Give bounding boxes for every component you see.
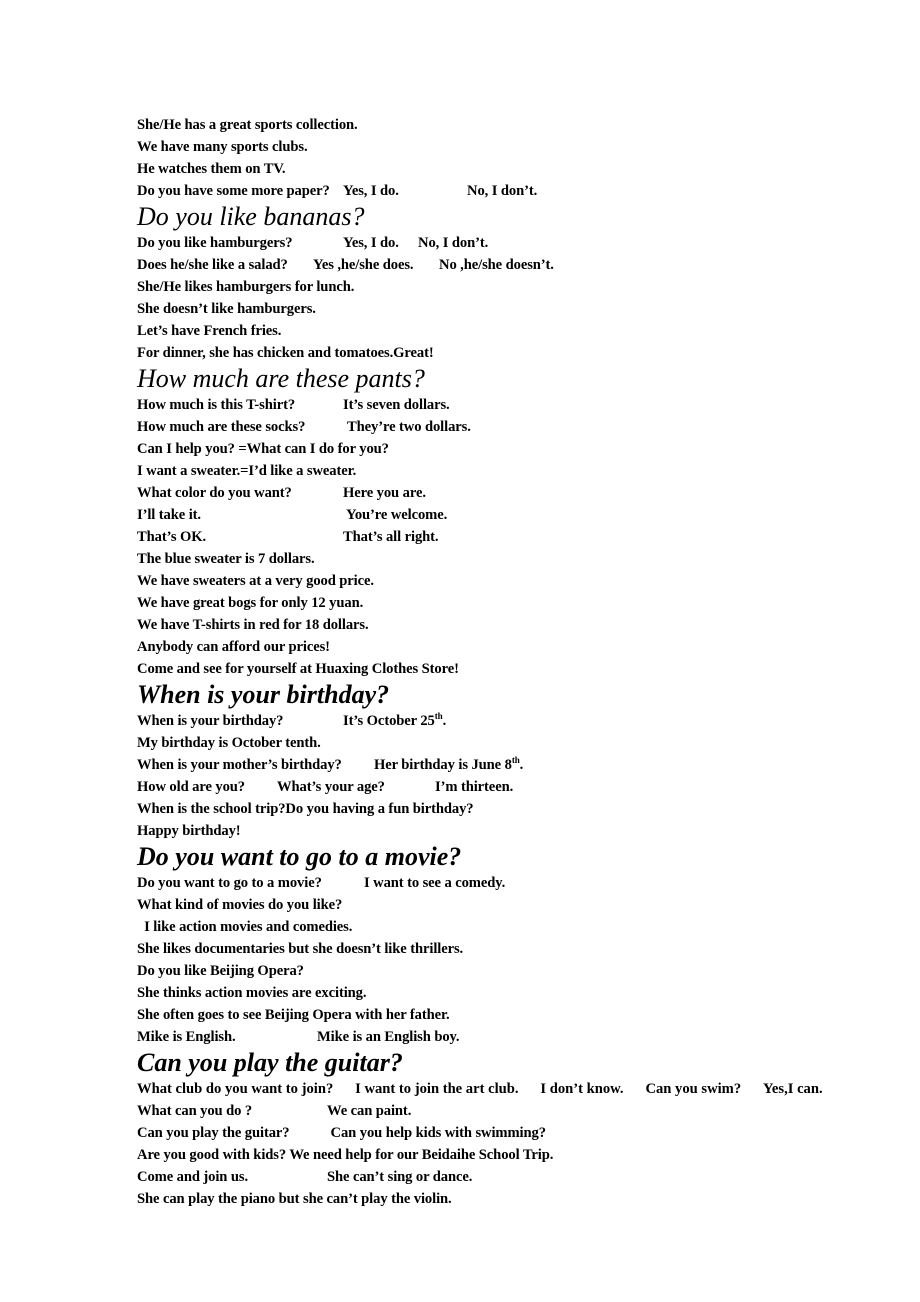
document-body: She/He has a great sports collection. We … bbox=[137, 114, 882, 1210]
text-segment: How much are these socks? bbox=[137, 419, 306, 435]
section-heading: Can you play the guitar? bbox=[137, 1048, 403, 1077]
text-segment: I want to join the art club. bbox=[355, 1081, 519, 1097]
text-segment: When is your mother’s birthday? bbox=[137, 757, 342, 773]
text-segment: What can you do ? bbox=[137, 1103, 253, 1119]
text-segment: Here you are. bbox=[343, 485, 426, 501]
text-line: Can you play the guitar? Can you help ki… bbox=[137, 1122, 882, 1144]
text-line: I want a sweater.=I’d like a sweater. bbox=[137, 463, 357, 479]
text-segment: Her birthday is June 8th. bbox=[374, 755, 524, 773]
text-segment: Do you having a fun birthday? bbox=[285, 801, 474, 817]
text-segment: Come and join us. bbox=[137, 1169, 249, 1185]
text-segment: Mike is English. bbox=[137, 1029, 236, 1045]
text-segment: Can you help kids with swimming? bbox=[327, 1125, 546, 1141]
text-line: I’ll take it. You’re welcome. bbox=[137, 504, 882, 526]
text-segment: No ,he/she doesn’t. bbox=[439, 257, 554, 273]
text-segment: It’s seven dollars. bbox=[343, 397, 450, 413]
text-segment: That’s OK. bbox=[137, 529, 207, 545]
text-segment: What color do you want? bbox=[137, 485, 292, 501]
text-line: Does he/she like a salad? Yes ,he/she doe… bbox=[137, 254, 882, 276]
text-line: Come and see for yourself at Huaxing Clo… bbox=[137, 661, 459, 677]
text-line: Mike is English. Mike is an English boy. bbox=[137, 1026, 882, 1048]
text-segment: Does he/she like a salad? bbox=[137, 257, 288, 273]
text-segment: What club do you want to join? bbox=[137, 1081, 334, 1097]
text-line: I like action movies and comedies. bbox=[137, 919, 353, 935]
text-segment: Can you play the guitar? bbox=[137, 1125, 290, 1141]
text-segment: Yes, I do. bbox=[343, 183, 399, 199]
text-segment: How old are you? bbox=[137, 779, 245, 795]
text-line: Anybody can afford our prices! bbox=[137, 639, 330, 655]
text-segment: When is the school trip? bbox=[137, 801, 286, 817]
text-line: When is the school trip?Do you having a … bbox=[137, 798, 882, 820]
text-line: Do you like Beijing Opera? bbox=[137, 963, 304, 979]
text-segment: I want to see a comedy. bbox=[364, 875, 506, 891]
text-line: She often goes to see Beijing Opera with… bbox=[137, 1007, 450, 1023]
text-line: We have sweaters at a very good price. bbox=[137, 573, 374, 589]
text-line: We have many sports clubs. bbox=[137, 139, 308, 155]
text-line: What can you do ? We can paint. bbox=[137, 1100, 882, 1122]
text-segment: That’s all right. bbox=[343, 529, 439, 545]
text-line: She can play the piano but she can’t pla… bbox=[137, 1191, 452, 1207]
text-segment: Yes, I do. bbox=[343, 235, 399, 251]
text-line: Do you want to go to a movie? I want to s… bbox=[137, 872, 882, 894]
text-line: What club do you want to join? I want to… bbox=[137, 1078, 882, 1100]
text-line: That’s OK. That’s all right. bbox=[137, 526, 882, 548]
text-line: When is your birthday? It’s October 25th. bbox=[137, 710, 882, 732]
text-line: Do you like hamburgers? Yes, I do. No, I d… bbox=[137, 232, 882, 254]
document-page: She/He has a great sports collection. We … bbox=[0, 0, 920, 1302]
text-line: She/He likes hamburgers for lunch. bbox=[137, 279, 355, 295]
text-line: She/He has a great sports collection. bbox=[137, 117, 358, 133]
text-line: Do you have some more paper? Yes, I do. No… bbox=[137, 180, 882, 202]
text-line: How much is this T-shirt? It’s seven doll… bbox=[137, 394, 882, 416]
text-segment: Can you swim? bbox=[645, 1081, 742, 1097]
text-line: Are you good with kids? We need help for… bbox=[137, 1147, 554, 1163]
text-line: What color do you want? Here you are. bbox=[137, 482, 882, 504]
text-line: She thinks action movies are exciting. bbox=[137, 985, 367, 1001]
section-heading: Do you want to go to a movie? bbox=[137, 842, 462, 871]
text-segment: I don’t know. bbox=[540, 1081, 624, 1097]
text-segment: Do you like hamburgers? bbox=[137, 235, 293, 251]
text-segment: You’re welcome. bbox=[343, 507, 448, 523]
text-segment: Yes,I can. bbox=[763, 1081, 823, 1097]
section-heading: Do you like bananas? bbox=[137, 202, 365, 231]
text-line: When is your mother’s birthday? Her birth… bbox=[137, 754, 882, 776]
section-heading: When is your birthday? bbox=[137, 680, 390, 709]
section-heading: How much are these pants? bbox=[137, 364, 425, 393]
text-segment: Do you have some more paper? bbox=[137, 183, 330, 199]
text-segment: No, I don’t. bbox=[418, 235, 489, 251]
text-line: She likes documentaries but she doesn’t … bbox=[137, 941, 464, 957]
text-line: We have T-shirts in red for 18 dollars. bbox=[137, 617, 369, 633]
text-line: She doesn’t like hamburgers. bbox=[137, 301, 316, 317]
text-line: Come and join us. She can’t sing or dance… bbox=[137, 1166, 882, 1188]
text-segment: No, I don’t. bbox=[467, 183, 538, 199]
text-segment: Mike is an English boy. bbox=[317, 1029, 460, 1045]
text-line: Happy birthday! bbox=[137, 823, 241, 839]
text-segment: How much is this T-shirt? bbox=[137, 397, 296, 413]
text-segment: When is your birthday? bbox=[137, 713, 284, 729]
text-line: We have great bogs for only 12 yuan. bbox=[137, 595, 364, 611]
text-line: How old are you? What’s your age? I’m thir… bbox=[137, 776, 882, 798]
text-line: How much are these socks? They’re two dol… bbox=[137, 416, 882, 438]
text-segment: I’m thirteen. bbox=[435, 779, 514, 795]
text-line: Can I help you? =What can I do for you? bbox=[137, 441, 389, 457]
text-line: The blue sweater is 7 dollars. bbox=[137, 551, 315, 567]
text-segment: I’ll take it. bbox=[137, 507, 201, 523]
text-segment: It’s October 25th. bbox=[343, 711, 447, 729]
text-line: For dinner, she has chicken and tomatoes… bbox=[137, 345, 434, 361]
text-segment: We can paint. bbox=[327, 1103, 412, 1119]
text-segment: Do you want to go to a movie? bbox=[137, 875, 322, 891]
text-segment: She can’t sing or dance. bbox=[327, 1169, 473, 1185]
text-segment: What’s your age? bbox=[277, 779, 385, 795]
text-segment: They’re two dollars. bbox=[347, 419, 471, 435]
text-line: Let’s have French fries. bbox=[137, 323, 282, 339]
text-line: My birthday is October tenth. bbox=[137, 735, 321, 751]
text-line: What kind of movies do you like? bbox=[137, 897, 343, 913]
text-segment: Yes ,he/she does. bbox=[313, 257, 414, 273]
text-line: He watches them on TV. bbox=[137, 161, 286, 177]
